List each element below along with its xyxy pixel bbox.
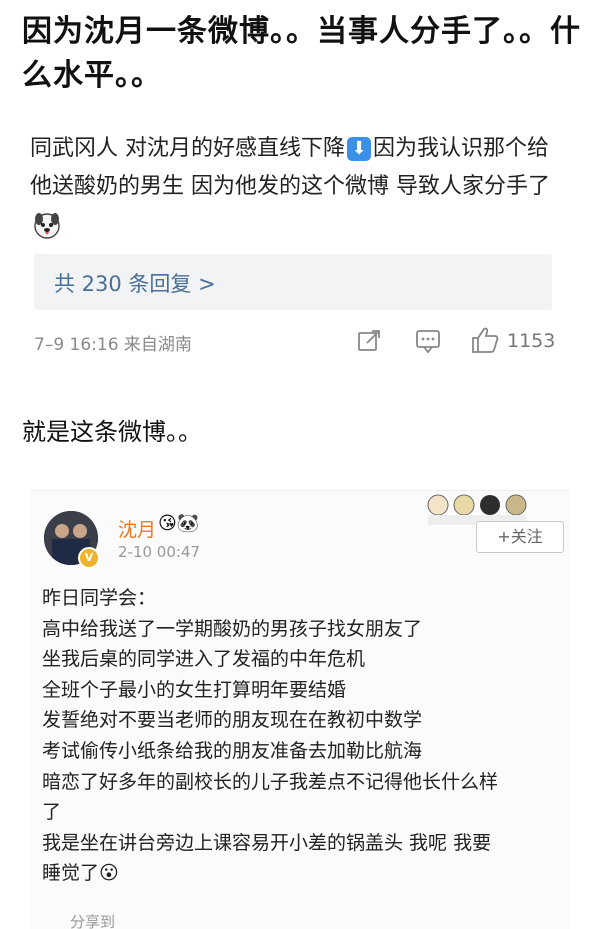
post-action-row: 分享到	[70, 911, 550, 929]
post-line: 暗恋了好多年的副校长的儿子我差点不记得他长什么样	[42, 770, 499, 793]
post-line: 坐我后桌的同学进入了发福的中年危机	[42, 648, 366, 671]
post-line: 发誓绝对不要当老师的朋友现在在教初中数学	[42, 709, 423, 732]
comment-text-part-1: 同武冈人 对沈月的好感直线下降	[30, 136, 345, 161]
username-emojis: 😘🐼	[158, 513, 200, 534]
post-line: 了	[42, 801, 62, 824]
like-count: 1153	[507, 330, 556, 352]
post-line: 高中给我送了一学期酸奶的男孩子找女朋友了	[42, 617, 423, 640]
post-username[interactable]: 沈月	[118, 515, 156, 542]
screenshot-page: 因为沈月一条微博。。当事人分手了。。什么水平。。 同武冈人 对沈月的好感直线下降…	[0, 0, 600, 929]
comment-time-source: 7–9 16:16 来自湖南	[34, 335, 192, 355]
comment-meta-row: 7–9 16:16 来自湖南 1153	[34, 326, 556, 356]
post-line: 睡觉了😮	[42, 862, 119, 885]
dog-face-emoji-icon	[34, 213, 60, 239]
comment-icon[interactable]	[414, 328, 442, 354]
follow-button[interactable]: +关注	[476, 521, 564, 553]
share-icon[interactable]	[356, 328, 382, 354]
caption-text: 就是这条微博。。	[22, 418, 202, 446]
weibo-post-screenshot: V 沈月 😘🐼 2-10 00:47 +关注 昨日同学会： 高中给我送了一学期酸…	[30, 490, 570, 929]
comment-text: 同武冈人 对沈月的好感直线下降 ⬇ 因为我认识那个给他送酸奶的男生 因为他发的这个微…	[30, 130, 570, 244]
post-line: 全班个子最小的女生打算明年要结婚	[42, 678, 347, 701]
view-replies-label: 共 230 条回复 >	[54, 272, 216, 296]
view-replies-button[interactable]: 共 230 条回复 >	[34, 254, 552, 310]
thumbs-up-icon[interactable]	[470, 326, 500, 354]
post-date: 2-10 00:47	[118, 543, 201, 561]
post-line: 考试偷传小纸条给我的朋友准备去加勒比航海	[42, 739, 423, 762]
headline-title: 因为沈月一条微博。。当事人分手了。。什么水平。。	[22, 14, 581, 93]
share-to-label[interactable]: 分享到	[70, 913, 115, 929]
verified-badge-icon: V	[78, 547, 100, 569]
post-body: 昨日同学会： 高中给我送了一学期酸奶的男孩子找女朋友了 坐我后桌的同学进入了发福…	[42, 583, 562, 889]
post-line: 昨日同学会：	[42, 587, 157, 609]
down-arrow-icon: ⬇	[347, 137, 371, 161]
post-line: 我是坐在讲台旁边上课容易开小差的锅盖头 我呢 我要	[42, 831, 492, 854]
